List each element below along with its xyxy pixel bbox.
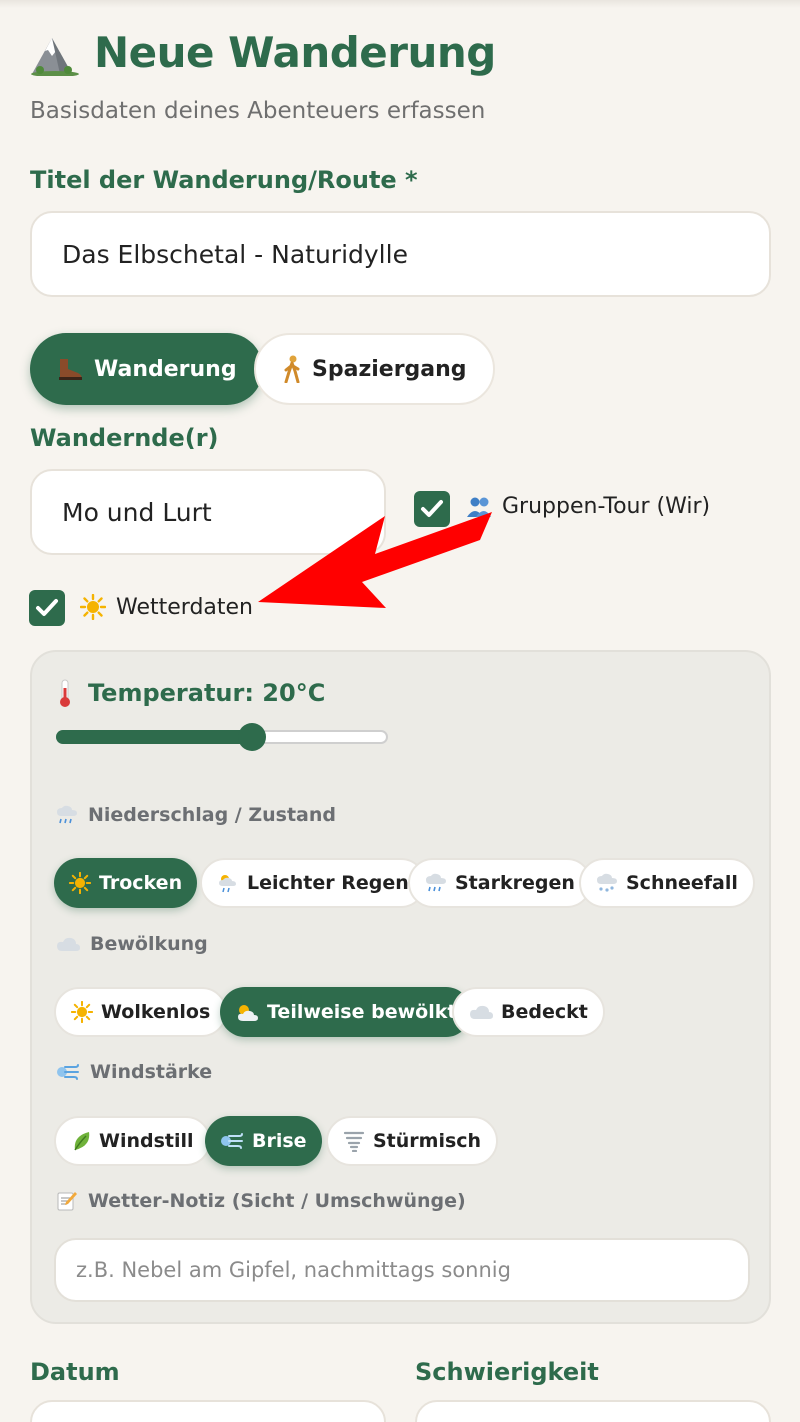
leaf-icon xyxy=(74,1132,90,1151)
group-tour-text: Gruppen-Tour (Wir) xyxy=(502,494,711,519)
date-label: Datum xyxy=(30,1358,120,1386)
sun-icon xyxy=(69,872,91,894)
hiking-boot-icon xyxy=(59,359,82,380)
temperature-slider-thumb[interactable] xyxy=(237,723,266,751)
temperature-label: Temperatur: 20°C xyxy=(56,678,325,708)
page-header: Neue Wanderung xyxy=(30,28,496,77)
clouds-text: Bewölkung xyxy=(90,933,208,955)
chip-label: Brise xyxy=(252,1130,307,1152)
weather-toggle-label: Wetterdaten xyxy=(80,594,253,620)
weather-note-label: Wetter-Notiz (Sicht / Umschwünge) xyxy=(56,1190,466,1212)
snow-cloud-icon xyxy=(597,873,617,892)
temperature-text: Temperatur: 20°C xyxy=(88,679,326,707)
annotation-arrow xyxy=(258,512,492,608)
chip-label: Bedeckt xyxy=(501,1001,588,1023)
chip-label: Schneefall xyxy=(626,872,738,894)
hikers-label: Wandernde(r) xyxy=(30,424,219,452)
type-toggle-label: Spaziergang xyxy=(312,356,467,382)
chip-label: Leichter Regen xyxy=(247,872,409,894)
weather-note-input[interactable]: z.B. Nebel am Gipfel, nachmittags sonnig xyxy=(54,1238,750,1302)
wind-text: Windstärke xyxy=(90,1061,213,1083)
rain-cloud-icon xyxy=(57,805,77,824)
tornado-icon xyxy=(343,1131,365,1152)
mountain-icon xyxy=(31,37,79,76)
chip-bedeckt[interactable]: Bedeckt xyxy=(452,987,605,1037)
clouds-label: Bewölkung xyxy=(56,933,208,955)
route-title-input[interactable]: Das Elbschetal - Naturidylle xyxy=(30,211,771,297)
type-toggle-wanderung[interactable]: Wanderung xyxy=(30,333,263,405)
difficulty-label: Schwierigkeit xyxy=(415,1358,599,1386)
sun-icon xyxy=(80,594,106,620)
group-tour-label: Gruppen-Tour (Wir) xyxy=(466,494,710,519)
temperature-slider-fill xyxy=(56,730,252,744)
page-subtitle: Basisdaten deines Abenteuers erfassen xyxy=(30,98,486,124)
difficulty-select[interactable] xyxy=(415,1400,771,1422)
top-shadow xyxy=(0,0,800,8)
wind-label: Windstärke xyxy=(56,1061,212,1083)
wind-icon xyxy=(221,1133,243,1149)
chip-wolkenlos[interactable]: Wolkenlos xyxy=(54,987,228,1037)
cloud-icon xyxy=(57,937,80,951)
chip-label: Starkregen xyxy=(455,872,575,894)
date-input[interactable] xyxy=(30,1400,386,1422)
chip-starkregen[interactable]: Starkregen xyxy=(408,858,592,908)
weather-note-text: Wetter-Notiz (Sicht / Umschwünge) xyxy=(88,1190,466,1212)
precipitation-label: Niederschlag / Zustand xyxy=(56,804,336,826)
chip-teilweise-bewoelkt[interactable]: Teilweise bewölkt xyxy=(220,987,472,1037)
type-toggle-label: Wanderung xyxy=(94,356,237,382)
cloud-icon xyxy=(470,1005,493,1019)
chip-leichter-regen[interactable]: Leichter Regen xyxy=(200,858,426,908)
weather-toggle-text: Wetterdaten xyxy=(116,594,253,620)
chip-label: Windstill xyxy=(99,1130,194,1152)
checkmark-icon xyxy=(36,599,58,616)
chip-windstill[interactable]: Windstill xyxy=(54,1116,211,1166)
type-toggle-spaziergang[interactable]: Spaziergang xyxy=(254,333,495,405)
chip-stuermisch[interactable]: Stürmisch xyxy=(326,1116,499,1166)
rain-cloud-icon xyxy=(426,873,446,892)
chip-label: Teilweise bewölkt xyxy=(267,1001,457,1023)
wind-icon xyxy=(57,1064,79,1080)
sun-rain-icon xyxy=(219,875,236,893)
walking-person-icon xyxy=(284,355,300,383)
page-title: Neue Wanderung xyxy=(94,28,496,77)
chip-label: Trocken xyxy=(99,872,183,894)
thermometer-icon xyxy=(60,679,70,707)
chip-brise[interactable]: Brise xyxy=(205,1116,322,1166)
precipitation-text: Niederschlag / Zustand xyxy=(88,804,337,826)
sun-icon xyxy=(71,1001,93,1023)
weather-panel: Temperatur: 20°C Niederschlag / Zustand … xyxy=(30,650,771,1324)
route-title-label: Titel der Wanderung/Route * xyxy=(30,166,418,194)
memo-icon xyxy=(57,1192,77,1211)
chip-label: Wolkenlos xyxy=(101,1001,211,1023)
sun-cloud-icon xyxy=(238,1005,258,1021)
chip-schneefall[interactable]: Schneefall xyxy=(579,858,755,908)
weather-toggle-checkbox[interactable] xyxy=(29,590,65,626)
chip-trocken[interactable]: Trocken xyxy=(54,858,198,908)
chip-label: Stürmisch xyxy=(373,1130,482,1152)
